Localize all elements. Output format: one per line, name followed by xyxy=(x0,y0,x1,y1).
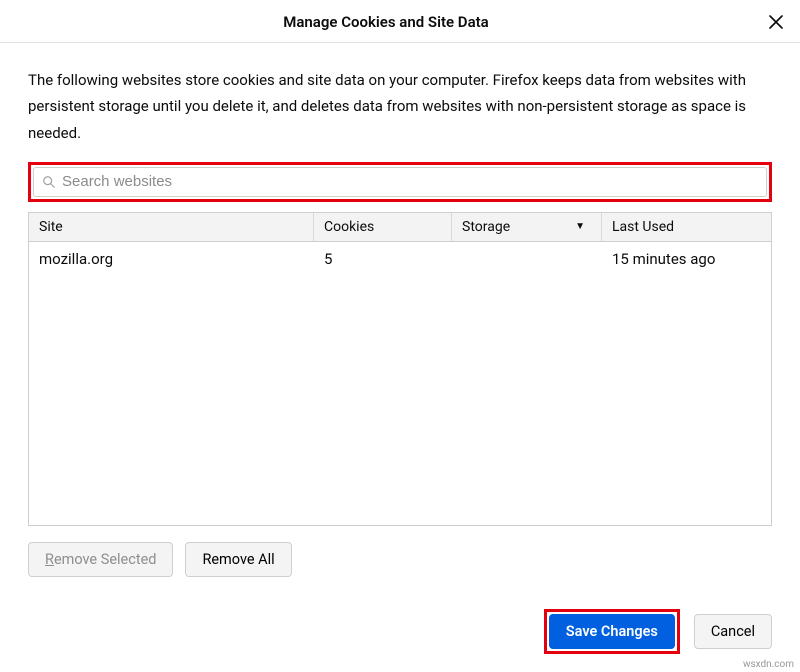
column-site[interactable]: Site xyxy=(29,213,314,241)
dialog-title: Manage Cookies and Site Data xyxy=(10,13,762,31)
save-highlight: Save Changes xyxy=(544,609,680,654)
dialog-content: The following websites store cookies and… xyxy=(0,43,800,593)
table-row[interactable]: mozilla.org 5 15 minutes ago xyxy=(29,242,771,276)
cell-site: mozilla.org xyxy=(29,250,314,268)
sites-table: Site Cookies Storage ▼ Last Used mozilla… xyxy=(28,212,772,526)
close-icon xyxy=(769,15,783,29)
cell-storage xyxy=(452,250,602,268)
table-header: Site Cookies Storage ▼ Last Used xyxy=(29,213,771,242)
search-input[interactable] xyxy=(62,173,758,190)
remove-selected-button[interactable]: Remove Selected xyxy=(28,542,173,577)
sort-indicator-icon: ▼ xyxy=(575,221,585,232)
search-icon xyxy=(42,175,56,189)
dialog-description: The following websites store cookies and… xyxy=(28,67,772,146)
dialog-footer: Save Changes Cancel xyxy=(0,593,800,672)
cancel-button[interactable]: Cancel xyxy=(694,614,772,649)
column-last-used[interactable]: Last Used xyxy=(602,213,771,241)
save-changes-button[interactable]: Save Changes xyxy=(549,614,675,649)
search-box[interactable] xyxy=(33,167,767,197)
table-actions: Remove Selected Remove All xyxy=(28,526,772,577)
cell-last-used: 15 minutes ago xyxy=(602,250,771,268)
cell-cookies: 5 xyxy=(314,250,452,268)
column-storage[interactable]: Storage ▼ xyxy=(452,213,602,241)
watermark: wsxdn.com xyxy=(743,659,794,670)
remove-all-button[interactable]: Remove All xyxy=(185,542,291,577)
table-body[interactable]: mozilla.org 5 15 minutes ago xyxy=(29,242,771,525)
cookies-dialog: Manage Cookies and Site Data The followi… xyxy=(0,0,800,672)
column-cookies[interactable]: Cookies xyxy=(314,213,452,241)
close-button[interactable] xyxy=(762,8,790,36)
titlebar: Manage Cookies and Site Data xyxy=(0,0,800,43)
search-highlight xyxy=(28,162,772,202)
